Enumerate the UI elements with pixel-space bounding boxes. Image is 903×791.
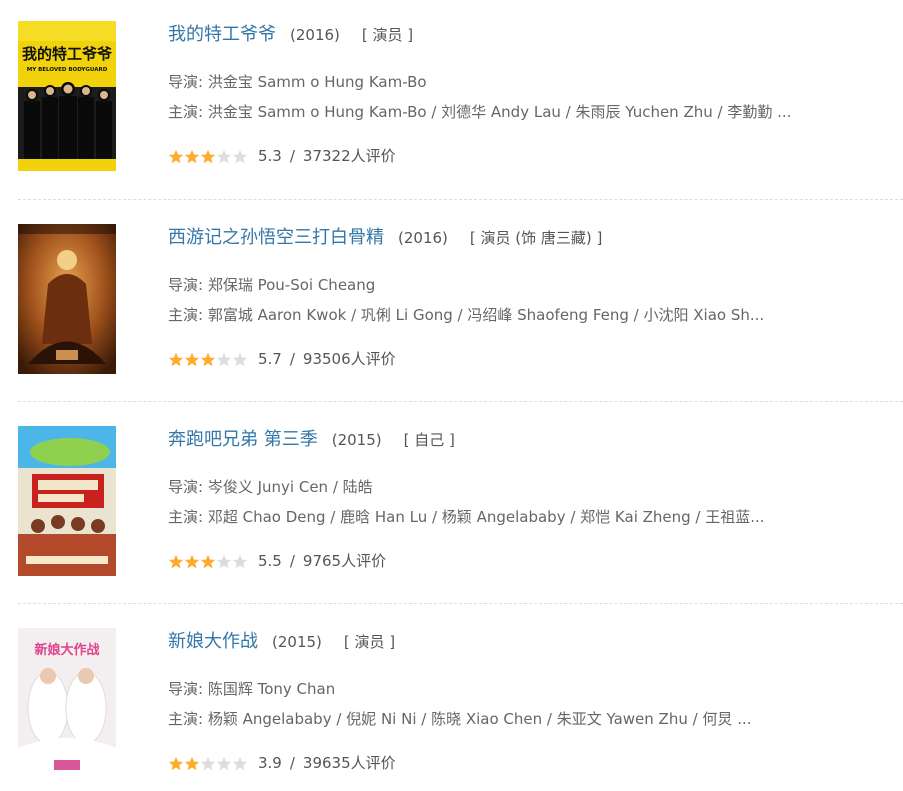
rating-row: 5.3 / 37322人评价 bbox=[168, 146, 396, 166]
star-filled-icon bbox=[184, 352, 200, 367]
list-item: 新娘大作战 新娘大作战 (2015) [ 演员 ] 导演: 陈国辉 Tony Cha… bbox=[0, 607, 903, 778]
star-empty-icon bbox=[216, 149, 232, 164]
release-year: (2015) bbox=[272, 633, 322, 651]
rating-score: 5.7 bbox=[258, 350, 282, 368]
title-row: 奔跑吧兄弟 第三季 (2015) [ 自己 ] bbox=[168, 427, 455, 453]
poster-graphic bbox=[18, 426, 116, 576]
rating-row: 5.5 / 9765人评价 bbox=[168, 551, 386, 571]
role-label: [ 演员 (饰 唐三藏) ] bbox=[469, 229, 603, 247]
star-empty-icon bbox=[232, 554, 248, 569]
poster-graphic bbox=[18, 224, 116, 374]
poster-graphic: 新娘大作战 bbox=[18, 628, 116, 778]
movie-poster-image[interactable] bbox=[18, 426, 116, 576]
rating-count: 37322人评价 bbox=[302, 147, 396, 165]
movie-title-link[interactable]: 西游记之孙悟空三打白骨精 bbox=[168, 227, 384, 248]
star-filled-icon bbox=[200, 149, 216, 164]
cast-line: 主演: 杨颖 Angelababy / 倪妮 Ni Ni / 陈晓 Xiao C… bbox=[168, 710, 752, 728]
poster-subtitle-text: MY BELOVED BODYGUARD bbox=[27, 67, 108, 73]
star-empty-icon bbox=[216, 554, 232, 569]
star-rating bbox=[168, 352, 248, 367]
poster-graphic: 我的特工爷爷 MY BELOVED BODYGUARD bbox=[18, 21, 116, 171]
role-label: [ 演员 ] bbox=[361, 26, 414, 44]
star-filled-icon bbox=[168, 149, 184, 164]
poster-title-text: 我的特工爷爷 bbox=[22, 45, 113, 63]
list-item: 我的特工爷爷 MY BELOVED BODYGUARD 我的特工爷爷 (2016)… bbox=[0, 0, 903, 171]
director-line: 导演: 陈国辉 Tony Chan bbox=[168, 680, 336, 698]
star-rating bbox=[168, 756, 248, 771]
release-year: (2016) bbox=[398, 229, 448, 247]
rating-separator: / bbox=[289, 552, 295, 570]
rating-row: 5.7 / 93506人评价 bbox=[168, 349, 396, 369]
star-filled-icon bbox=[184, 149, 200, 164]
item-divider bbox=[18, 199, 903, 200]
star-filled-icon bbox=[184, 756, 200, 771]
title-row: 新娘大作战 (2015) [ 演员 ] bbox=[168, 629, 395, 655]
star-empty-icon bbox=[216, 756, 232, 771]
star-filled-icon bbox=[168, 352, 184, 367]
director-line: 导演: 岑俊义 Junyi Cen / 陆皓 bbox=[168, 478, 373, 496]
rating-separator: / bbox=[289, 350, 295, 368]
rating-score: 3.9 bbox=[258, 754, 282, 772]
star-filled-icon bbox=[168, 554, 184, 569]
movie-poster-image[interactable]: 新娘大作战 bbox=[18, 628, 116, 778]
star-filled-icon bbox=[200, 352, 216, 367]
list-item: 西游记之孙悟空三打白骨精 (2016) [ 演员 (饰 唐三藏) ] 导演: 郑保瑞… bbox=[0, 203, 903, 374]
star-filled-icon bbox=[200, 554, 216, 569]
title-row: 西游记之孙悟空三打白骨精 (2016) [ 演员 (饰 唐三藏) ] bbox=[168, 225, 602, 251]
title-row: 我的特工爷爷 (2016) [ 演员 ] bbox=[168, 22, 413, 48]
release-year: (2015) bbox=[331, 431, 382, 449]
cast-line: 主演: 洪金宝 Samm o Hung Kam-Bo / 刘德华 Andy La… bbox=[168, 103, 792, 121]
director-line: 导演: 郑保瑞 Pou-Soi Cheang bbox=[168, 276, 376, 294]
star-empty-icon bbox=[232, 149, 248, 164]
release-year: (2016) bbox=[290, 26, 340, 44]
list-item: 奔跑吧兄弟 第三季 (2015) [ 自己 ] 导演: 岑俊义 Junyi Cen … bbox=[0, 405, 903, 576]
poster-title-text: 新娘大作战 bbox=[34, 642, 99, 658]
rating-separator: / bbox=[289, 754, 295, 772]
item-divider bbox=[18, 603, 903, 604]
movie-title-link[interactable]: 新娘大作战 bbox=[168, 631, 258, 652]
role-label: [ 自己 ] bbox=[403, 431, 455, 449]
rating-separator: / bbox=[289, 147, 295, 165]
movie-poster-image[interactable]: 我的特工爷爷 MY BELOVED BODYGUARD bbox=[18, 21, 116, 171]
rating-score: 5.5 bbox=[258, 552, 282, 570]
star-empty-icon bbox=[232, 352, 248, 367]
star-empty-icon bbox=[216, 352, 232, 367]
role-label: [ 演员 ] bbox=[343, 633, 396, 651]
star-empty-icon bbox=[232, 756, 248, 771]
star-filled-icon bbox=[168, 756, 184, 771]
star-filled-icon bbox=[184, 554, 200, 569]
rating-count: 39635人评价 bbox=[302, 754, 396, 772]
cast-line: 主演: 邓超 Chao Deng / 鹿晗 Han Lu / 杨颖 Angela… bbox=[168, 508, 765, 526]
movie-poster-image[interactable] bbox=[18, 224, 116, 374]
rating-row: 3.9 / 39635人评价 bbox=[168, 753, 396, 773]
star-rating bbox=[168, 554, 248, 569]
director-line: 导演: 洪金宝 Samm o Hung Kam-Bo bbox=[168, 73, 427, 91]
rating-count: 9765人评价 bbox=[302, 552, 387, 570]
rating-score: 5.3 bbox=[258, 147, 282, 165]
star-empty-icon bbox=[200, 756, 216, 771]
movie-title-link[interactable]: 奔跑吧兄弟 第三季 bbox=[168, 429, 318, 450]
item-divider bbox=[18, 401, 903, 402]
rating-count: 93506人评价 bbox=[302, 350, 396, 368]
cast-line: 主演: 郭富城 Aaron Kwok / 巩俐 Li Gong / 冯绍峰 Sh… bbox=[168, 306, 765, 324]
star-rating bbox=[168, 149, 248, 164]
movie-title-link[interactable]: 我的特工爷爷 bbox=[168, 24, 276, 45]
